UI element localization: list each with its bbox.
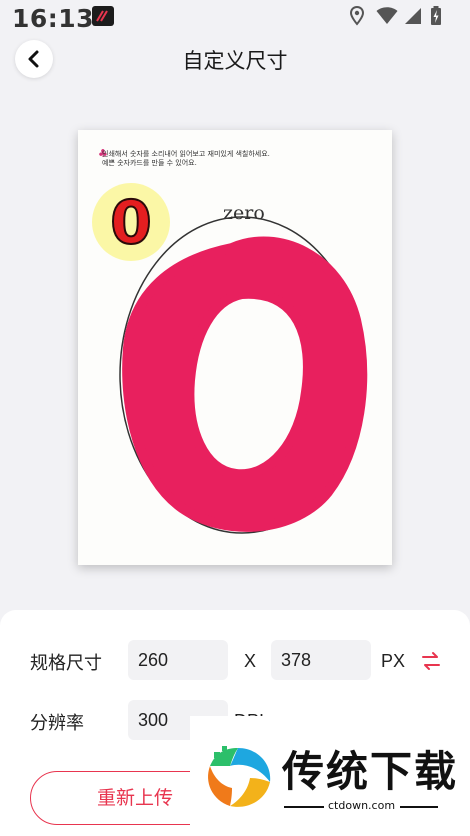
watermark-rule-right	[400, 806, 438, 808]
width-input[interactable]	[128, 640, 228, 680]
watermark-url: ctdown.com	[328, 799, 396, 812]
signal-icon	[405, 8, 421, 24]
app-notification-icon	[92, 6, 114, 26]
image-preview: ♣ 인쇄해서 숫자를 소리내어 읽어보고 재미있게 색칠하세요. 예쁜 숫자카드…	[78, 130, 392, 565]
status-time: 16:13	[12, 4, 95, 33]
size-separator: X	[244, 651, 257, 671]
resolution-label: 分辨率	[30, 713, 84, 734]
wifi-icon	[376, 7, 398, 24]
battery-charging-icon	[431, 6, 441, 25]
watermark: 传统下载 ctdown.com	[190, 716, 470, 836]
watermark-title: 传统下载	[282, 747, 459, 796]
watermark-logo	[208, 746, 271, 807]
location-icon	[350, 6, 364, 26]
size-label: 规格尺寸	[30, 653, 102, 674]
status-bar: 16:13	[0, 0, 470, 36]
status-icons	[350, 6, 460, 26]
painted-zero-drawing	[119, 216, 368, 534]
size-unit: PX	[381, 651, 406, 671]
swap-arrows-icon[interactable]	[420, 651, 442, 671]
watermark-rule-left	[284, 806, 324, 808]
height-input[interactable]	[271, 640, 371, 680]
page-title: 自定义尺寸	[182, 49, 288, 73]
